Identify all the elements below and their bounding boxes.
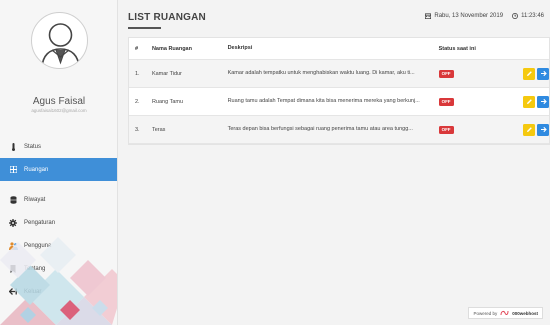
sidebar-item-label: Keluar [24,288,42,295]
table-header: # Nama Ruangan Deskripsi Status saat ini [129,38,549,60]
pencil-icon [526,99,532,104]
room-table: # Nama Ruangan Deskripsi Status saat ini… [128,37,550,145]
datetime-display: Rabu, 13 November 2019 11:23:46 [425,13,544,19]
thermometer-icon [8,142,18,151]
open-room-button[interactable] [537,95,549,108]
gear-icon [8,218,18,227]
logout-icon [8,288,18,296]
bookmark-icon [8,264,18,273]
column-header: Status saat ini [438,45,476,52]
clock-icon [512,13,519,19]
date-display: Rabu, 13 November 2019 [425,13,503,19]
powered-by-badge[interactable]: Powered by 000webhost [468,307,543,319]
edit-button[interactable] [523,123,535,136]
row-number: 1. [135,70,140,77]
room-name: Teras [151,126,166,133]
room-description: Ruang tamu adalah Tempat dimana kita bis… [227,97,420,104]
arrow-right-icon [540,70,547,77]
user-name: Agus Faisal [32,96,86,107]
table-row: 3. Teras Teras depan bisa berfungsi seba… [129,116,549,144]
edit-button[interactable] [523,95,535,108]
room-name: Kamar Tidur [151,70,182,77]
sidebar-item-ruangan[interactable]: Ruangan [0,158,117,181]
arrow-right-icon [540,98,547,105]
sidebar-item-tentang[interactable]: Tentang [0,257,117,280]
sidebar-item-label: Status [24,143,42,150]
sidebar: Agus Faisal agusfaisal1602@gmail.com Sta… [0,0,118,325]
sidebar-item-keluar[interactable]: Keluar [0,280,117,303]
status-badge: OFF [438,69,454,78]
column-header: # [135,45,139,52]
sidebar-item-label: Ruangan [24,166,49,173]
sidebar-item-status[interactable]: Status [0,135,117,158]
status-badge: OFF [438,97,454,106]
sidebar-item-label: Tentang [24,265,46,272]
row-number: 3. [135,126,140,133]
status-badge: OFF [438,125,454,134]
powered-prefix: Powered by [473,310,498,316]
sidebar-item-riwayat[interactable]: Riwayat [0,188,117,211]
sidebar-item-label: Pengguna [24,242,52,249]
sidebar-item-label: Pengaturan [24,219,56,226]
user-silhouette-icon [41,23,80,68]
time-text: 11:23:46 [521,13,544,19]
grid-icon [8,166,18,174]
sidebar-item-label: Riwayat [24,196,46,203]
database-icon [8,195,18,204]
user-email: agusfaisal1602@gmail.com [31,108,87,113]
column-header: Deskripsi [227,44,253,51]
arrow-right-icon [540,126,547,133]
calendar-icon [425,13,432,19]
open-room-button[interactable] [537,67,549,80]
date-text: Rabu, 13 November 2019 [434,13,504,19]
room-description: Kamar adalah tempatku untuk menghabiskan… [227,69,415,76]
open-room-button[interactable] [537,123,549,136]
avatar [31,12,88,69]
pencil-icon [526,127,532,132]
powered-brand: 000webhost [512,310,538,316]
sidebar-item-pengaturan[interactable]: Pengaturan [0,211,117,234]
main-content: LIST RUANGAN Rabu, 13 November 2019 11:2… [118,0,550,325]
table-row: 2. Ruang Tamu Ruang tamu adalah Tempat d… [129,88,549,116]
row-number: 2. [135,98,140,105]
users-icon [8,241,18,250]
table-row: 1. Kamar Tidur Kamar adalah tempatku unt… [129,60,549,88]
pencil-icon [526,71,532,76]
edit-button[interactable] [523,67,535,80]
sidebar-item-pengguna[interactable]: Pengguna [0,234,117,257]
column-header: Nama Ruangan [151,45,192,52]
sidebar-nav: Status Ruangan Riwayat Pengaturan Penggu… [0,135,117,303]
room-name: Ruang Tamu [151,98,184,105]
page-title: LIST RUANGAN [128,12,206,23]
webhost-logo-icon [500,310,509,316]
time-display: 11:23:46 [512,13,544,19]
room-description: Teras depan bisa berfungsi sebagai ruang… [227,125,413,132]
title-underline [128,27,161,29]
